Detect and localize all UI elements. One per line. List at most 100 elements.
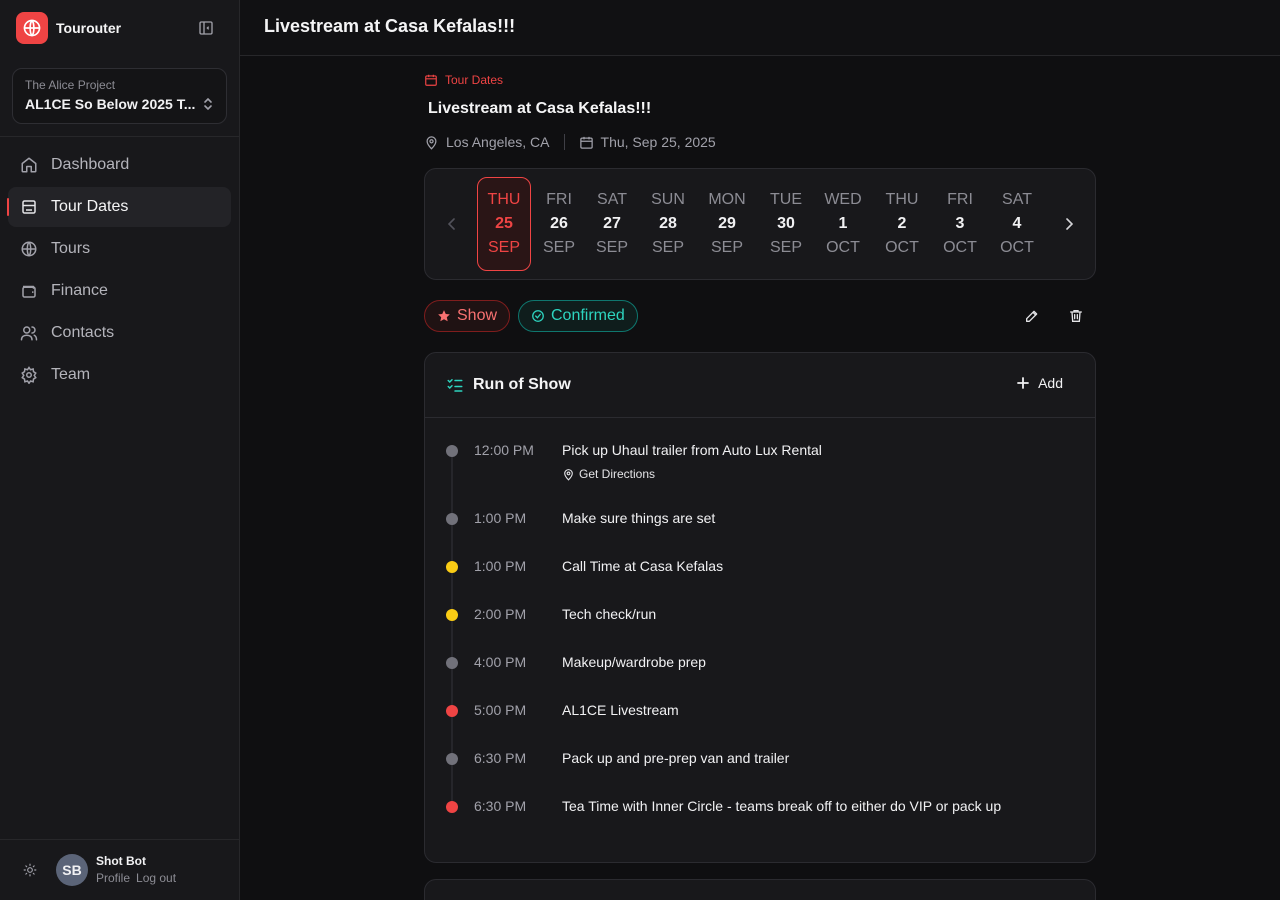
globe-icon xyxy=(20,240,38,258)
entry-text: Tea Time with Inner Circle - teams break… xyxy=(562,798,1002,814)
sidebar-item-finance[interactable]: Finance xyxy=(8,271,231,311)
date-day[interactable]: SUN 28 SEP xyxy=(641,177,695,271)
sidebar-item-tour-dates[interactable]: Tour Dates xyxy=(7,187,231,227)
day-number: 26 xyxy=(550,215,568,232)
sidebar-item-tours[interactable]: Tours xyxy=(8,229,231,269)
pencil-icon[interactable] xyxy=(1022,306,1042,326)
day-month: OCT xyxy=(826,239,860,256)
brand[interactable]: Tourouter xyxy=(16,12,224,44)
tour-dates-icon xyxy=(20,198,38,216)
day-number: 29 xyxy=(718,215,736,232)
status-dot xyxy=(446,445,458,457)
plus-icon xyxy=(1017,377,1029,389)
main-nav: Dashboard Tour Dates Tours Finance Conta… xyxy=(7,145,231,397)
timeline-entry[interactable]: 1:00 PM Call Time at Casa Kefalas xyxy=(425,555,1095,579)
day-number: 2 xyxy=(897,215,907,232)
day-number: 25 xyxy=(495,215,513,232)
date-day[interactable]: SAT 27 SEP xyxy=(585,177,639,271)
badge-label: Show xyxy=(457,307,498,324)
sidebar-item-label: Contacts xyxy=(51,324,115,341)
add-entry-button[interactable]: Add xyxy=(1017,375,1063,391)
map-pin-icon xyxy=(562,468,575,481)
status-dot xyxy=(446,657,458,669)
logout-link[interactable]: Log out xyxy=(136,871,176,885)
list-checks-icon xyxy=(446,376,464,394)
day-month: SEP xyxy=(769,239,802,256)
entry-time: 6:30 PM xyxy=(474,750,527,766)
day-number: 28 xyxy=(659,215,677,232)
day-of-week: SAT xyxy=(597,191,627,208)
avatar[interactable]: SB xyxy=(56,854,88,886)
sidebar: Tourouter The Alice Project AL1CE So Bel… xyxy=(0,0,240,900)
next-section-card xyxy=(424,879,1096,900)
event-title: Livestream at Casa Kefalas!!! xyxy=(428,100,652,117)
day-of-week: FRI xyxy=(947,191,973,208)
date-day[interactable]: TUE 30 SEP xyxy=(759,177,813,271)
page-title: Livestream at Casa Kefalas!!! xyxy=(264,16,516,36)
sidebar-item-contacts[interactable]: Contacts xyxy=(8,313,231,353)
project-org: The Alice Project xyxy=(25,78,116,92)
sidebar-divider xyxy=(0,136,239,137)
show-type-badge[interactable]: Show xyxy=(424,300,511,332)
date-day[interactable]: FRI 3 OCT xyxy=(933,177,987,271)
entry-text: Makeup/wardrobe prep xyxy=(562,654,706,670)
event-meta: Los Angeles, CA Thu, Sep 25, 2025 xyxy=(424,132,716,152)
date-day[interactable]: MON 29 SEP xyxy=(700,177,754,271)
trash-icon[interactable] xyxy=(1066,306,1086,326)
day-of-week: WED xyxy=(824,191,862,208)
project-switcher[interactable]: The Alice Project AL1CE So Below 2025 T.… xyxy=(12,68,227,124)
check-circle-icon xyxy=(531,309,545,323)
user-name: Shot Bot xyxy=(96,854,146,868)
sidebar-item-label: Tours xyxy=(51,240,91,257)
sun-icon[interactable] xyxy=(21,861,39,879)
sidebar-item-team[interactable]: Team xyxy=(8,355,231,395)
entry-text: Pick up Uhaul trailer from Auto Lux Rent… xyxy=(562,442,822,458)
chevron-right-icon[interactable] xyxy=(1061,215,1077,233)
app-name: Tourouter xyxy=(56,20,122,36)
entry-time: 1:00 PM xyxy=(474,510,527,526)
timeline-entry[interactable]: 5:00 PM AL1CE Livestream xyxy=(425,699,1095,723)
timeline-entry[interactable]: 12:00 PM Pick up Uhaul trailer from Auto… xyxy=(425,439,1095,463)
calendar-icon xyxy=(579,135,594,150)
date-day[interactable]: WED 1 OCT xyxy=(816,177,870,271)
timeline-entry[interactable]: 4:00 PM Makeup/wardrobe prep xyxy=(425,651,1095,675)
date-day[interactable]: FRI 26 SEP xyxy=(532,177,586,271)
collapse-sidebar-icon[interactable] xyxy=(196,18,216,38)
chevron-left-icon[interactable] xyxy=(444,215,460,233)
add-label: Add xyxy=(1038,375,1063,391)
timeline-entry[interactable]: 2:00 PM Tech check/run xyxy=(425,603,1095,627)
date-day-selected[interactable]: THU 25 SEP xyxy=(477,177,531,271)
entry-time: 5:00 PM xyxy=(474,702,527,718)
sidebar-item-label: Finance xyxy=(51,282,108,299)
timeline-entry[interactable]: 6:30 PM Tea Time with Inner Circle - tea… xyxy=(425,795,1095,819)
sidebar-item-dashboard[interactable]: Dashboard xyxy=(8,145,231,185)
entry-text: Pack up and pre-prep van and trailer xyxy=(562,750,790,766)
day-of-week: TUE xyxy=(770,191,802,208)
profile-link[interactable]: Profile xyxy=(96,871,130,885)
entry-text: Call Time at Casa Kefalas xyxy=(562,558,724,574)
day-month: SEP xyxy=(651,239,684,256)
status-badge[interactable]: Confirmed xyxy=(518,300,638,332)
day-of-week: SUN xyxy=(651,191,685,208)
day-month: SEP xyxy=(595,239,628,256)
date-day[interactable]: SAT 4 OCT xyxy=(990,177,1044,271)
day-number: 27 xyxy=(603,215,621,232)
get-directions-link[interactable]: Get Directions xyxy=(562,467,655,481)
sidebar-item-label: Dashboard xyxy=(51,156,130,173)
entry-time: 6:30 PM xyxy=(474,798,527,814)
run-of-show-header: Run of Show Add xyxy=(425,353,1095,418)
status-dot xyxy=(446,801,458,813)
breadcrumb[interactable]: Tour Dates xyxy=(424,72,503,88)
date-day[interactable]: THU 2 OCT xyxy=(875,177,929,271)
timeline-entry[interactable]: 1:00 PM Make sure things are set xyxy=(425,507,1095,531)
day-of-week: FRI xyxy=(546,191,572,208)
day-month: OCT xyxy=(943,239,977,256)
meta-separator xyxy=(563,134,565,150)
timeline-entry[interactable]: 6:30 PM Pack up and pre-prep van and tra… xyxy=(425,747,1095,771)
globe-logo-icon xyxy=(16,12,48,44)
day-of-week: THU xyxy=(885,191,919,208)
wallet-icon xyxy=(20,282,38,300)
run-of-show-card: Run of Show Add 12:00 PM Pick up Uhaul t… xyxy=(424,352,1096,863)
entry-time: 4:00 PM xyxy=(474,654,527,670)
date-strip: THU 25 SEP FRI 26 SEP SAT 27 SEP SUN 28 … xyxy=(424,168,1096,280)
